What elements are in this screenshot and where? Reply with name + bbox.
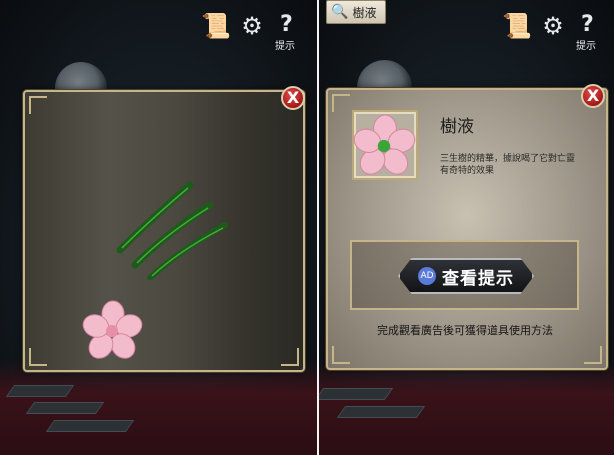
hint-label: 提示	[275, 41, 295, 52]
top-toolbar: 📜 ⚙ ? 提示	[502, 10, 603, 52]
magnifier-icon: 🔍	[331, 4, 349, 20]
item-thumbnail	[352, 110, 418, 180]
scroll-icon[interactable]: 📜	[201, 10, 231, 42]
frame-corner	[29, 348, 47, 366]
stair-step	[45, 420, 135, 432]
scroll-icon[interactable]: 📜	[502, 10, 532, 42]
ad-reward-caption: 完成觀看廣告後可獲得道具使用方法	[377, 324, 553, 337]
hint-icon[interactable]: ? 提示	[274, 10, 302, 52]
sakura-blossom[interactable]	[82, 300, 144, 360]
item-description: 三生樹的精華，據說喝了它對亡靈有奇特的效果	[440, 154, 576, 176]
sakura-blossom-icon	[353, 114, 416, 175]
close-button[interactable]: X	[281, 86, 305, 110]
item-name: 樹液	[440, 117, 474, 137]
frame-corner	[332, 94, 350, 112]
question-mark-icon: ?	[280, 12, 293, 37]
frame-corner	[332, 346, 350, 364]
stair-step	[25, 402, 105, 414]
left-scene: 📜 ⚙ ? 提示 X	[0, 0, 317, 455]
right-scene: 📜 ⚙ ? 提示 X	[319, 0, 614, 455]
close-button[interactable]: X	[581, 84, 605, 108]
gear-icon[interactable]: ⚙	[238, 10, 266, 42]
stair-step	[336, 406, 426, 418]
frame-corner	[281, 348, 299, 366]
frame-corner	[29, 96, 47, 114]
stair-step	[5, 385, 75, 397]
stair-step	[319, 388, 394, 400]
selected-item-label: 樹液	[352, 5, 377, 20]
hint-label: 提示	[576, 41, 596, 52]
hint-icon[interactable]: ? 提示	[575, 10, 603, 52]
question-mark-icon: ?	[581, 12, 594, 37]
top-toolbar: 📜 ⚙ ? 提示	[201, 10, 302, 52]
gear-icon[interactable]: ⚙	[539, 10, 567, 42]
ad-play-icon: AD	[418, 267, 436, 285]
selected-item-tag[interactable]: 🔍 樹液	[326, 0, 386, 24]
view-hint-label: 查看提示	[442, 268, 514, 289]
view-hint-button[interactable]: AD 查看提示	[398, 258, 534, 294]
frame-corner	[584, 346, 602, 364]
claw-scratch-marks	[116, 181, 228, 280]
